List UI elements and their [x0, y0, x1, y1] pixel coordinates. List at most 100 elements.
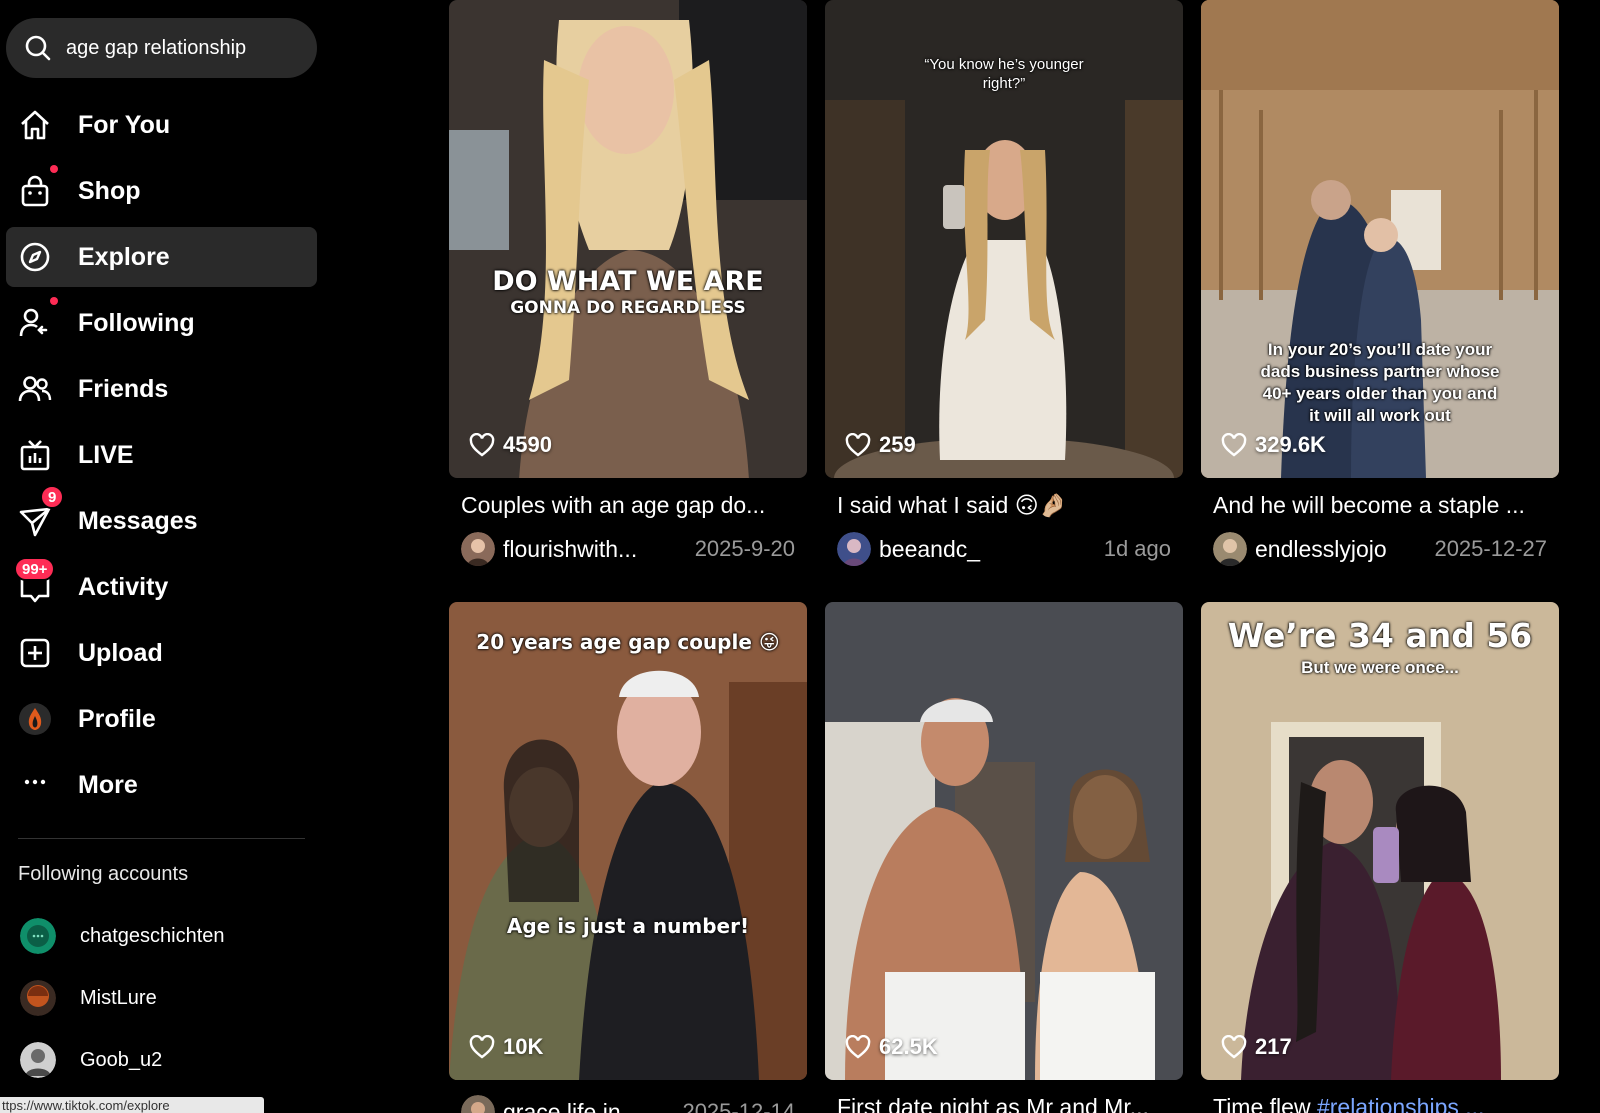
following-accounts-title: Following accounts [18, 863, 189, 885]
nav-more[interactable]: More [6, 755, 317, 815]
like-count: 217 [1221, 1034, 1292, 1060]
like-count-value: 259 [879, 432, 916, 457]
like-count-value: 62.5K [879, 1034, 938, 1059]
video-caption[interactable]: Time flew #relationships ... [1201, 1094, 1559, 1113]
notification-dot [50, 297, 58, 305]
nav-live[interactable]: LIVE [6, 425, 317, 485]
video-card[interactable]: 62.5K First date night as Mr and Mr... [825, 602, 1183, 1113]
nav-label: Messages [78, 506, 198, 535]
like-count: 329.6K [1221, 432, 1326, 458]
nav-label: LIVE [78, 440, 134, 469]
video-overlay-text: dads business partner whose [1260, 362, 1500, 381]
following-account-item[interactable]: chatgeschichten [20, 916, 225, 956]
creator-avatar[interactable] [1213, 532, 1247, 566]
activity-badge: 99+ [14, 557, 56, 581]
creator-avatar[interactable] [461, 532, 495, 566]
nav-label: Shop [78, 176, 141, 205]
search-input[interactable]: age gap relationship [66, 37, 246, 60]
video-overlay-text: it will all work out [1309, 406, 1451, 425]
heart-icon [1221, 433, 1247, 457]
like-count: 10K [469, 1034, 543, 1060]
like-count: 62.5K [845, 1034, 938, 1060]
video-card[interactable]: In your 20’s you’ll date your dads busin… [1201, 0, 1559, 567]
video-overlay-text: But we were once... [1301, 658, 1459, 677]
nav-label: More [78, 770, 138, 799]
nav-messages[interactable]: 9 Messages [6, 485, 317, 551]
video-overlay-text: GONNA DO REGARDLESS [510, 298, 746, 318]
heart-icon [469, 1035, 495, 1059]
video-caption[interactable]: Couples with an age gap do... [449, 492, 807, 519]
upload-plus-icon [20, 638, 50, 668]
heart-icon [469, 433, 495, 457]
following-user-icon [19, 308, 48, 337]
account-avatar [20, 980, 56, 1016]
creator-username[interactable]: flourishwith... [503, 536, 695, 563]
nav-label: For You [78, 110, 171, 139]
video-meta: grace.life.in... 2025-12-14 [449, 1094, 807, 1113]
video-thumbnail[interactable]: 62.5K [825, 602, 1183, 1080]
video-caption[interactable]: And he will become a staple ... [1201, 492, 1559, 519]
like-count-value: 10K [503, 1034, 544, 1059]
video-thumbnail[interactable]: We’re 34 and 56 But we were once... 217 [1201, 602, 1559, 1080]
like-count-value: 329.6K [1255, 432, 1326, 457]
video-caption[interactable]: First date night as Mr and Mr... [825, 1094, 1183, 1113]
search-icon [25, 35, 51, 61]
heart-icon [845, 433, 871, 457]
creator-username[interactable]: beeandc_ [879, 536, 1104, 563]
post-date: 2025-12-14 [682, 1099, 795, 1113]
creator-username[interactable]: grace.life.in... [503, 1099, 682, 1113]
post-date: 1d ago [1103, 536, 1171, 561]
video-thumbnail-image [449, 0, 807, 478]
video-card[interactable]: “You know he’s younger right?” 259 I sai… [825, 0, 1183, 567]
video-caption[interactable]: I said what I said 🙃🤌🏼 [825, 492, 1183, 519]
more-dots-icon [24, 779, 46, 785]
nav-profile[interactable]: Profile [6, 689, 317, 749]
like-count: 4590 [469, 432, 552, 458]
nav-label: Following [78, 308, 195, 337]
friends-icon [18, 376, 52, 402]
like-count: 259 [845, 432, 916, 458]
creator-avatar[interactable] [837, 532, 871, 566]
video-thumbnail-image [449, 602, 807, 1080]
video-overlay-text: right?” [982, 75, 1026, 92]
nav-shop[interactable]: Shop [6, 161, 317, 221]
following-account-item[interactable]: Goob_u2 [20, 1040, 162, 1080]
live-tv-icon [20, 440, 50, 471]
video-card[interactable]: 20 years age gap couple 😜 Age is just a … [449, 602, 807, 1113]
video-thumbnail[interactable]: DO WHAT WE ARE GONNA DO REGARDLESS 4590 [449, 0, 807, 478]
video-card[interactable]: DO WHAT WE ARE GONNA DO REGARDLESS 4590 … [449, 0, 807, 567]
nav-following[interactable]: Following [6, 293, 317, 353]
nav-friends[interactable]: Friends [6, 359, 317, 419]
video-thumbnail[interactable]: 20 years age gap couple 😜 Age is just a … [449, 602, 807, 1080]
creator-avatar[interactable] [461, 1095, 495, 1113]
video-overlay-text: We’re 34 and 56 [1227, 616, 1533, 655]
account-name: Goob_u2 [80, 1048, 163, 1071]
video-overlay-text: 20 years age gap couple 😜 [476, 630, 780, 654]
account-name: chatgeschichten [80, 924, 225, 947]
sidebar: age gap relationship For You Shop Explor… [0, 0, 330, 1113]
video-meta: flourishwith... 2025-9-20 [449, 531, 807, 567]
following-account-item[interactable]: MistLure [20, 978, 157, 1018]
video-overlay-text: “You know he’s younger [924, 56, 1084, 73]
heart-icon [1221, 1035, 1247, 1059]
search-bar[interactable]: age gap relationship [6, 18, 317, 78]
creator-username[interactable]: endlesslyjojo [1255, 536, 1434, 563]
profile-avatar-icon [19, 703, 51, 735]
video-overlay-text: 40+ years older than you and [1262, 384, 1498, 403]
hashtag-link[interactable]: #relationships ... [1317, 1094, 1484, 1113]
nav-upload[interactable]: Upload [6, 623, 317, 683]
video-card[interactable]: We’re 34 and 56 But we were once... 217 … [1201, 602, 1559, 1113]
video-thumbnail[interactable]: “You know he’s younger right?” 259 [825, 0, 1183, 478]
nav-label: Profile [78, 704, 156, 733]
heart-icon [845, 1035, 871, 1059]
account-name: MistLure [80, 986, 157, 1009]
nav-explore[interactable]: Explore [6, 227, 317, 287]
video-thumbnail[interactable]: In your 20’s you’ll date your dads busin… [1201, 0, 1559, 478]
main-nav: For You Shop Explore Following Friends L… [6, 95, 317, 821]
like-count-value: 217 [1255, 1034, 1292, 1059]
nav-activity[interactable]: 99+ Activity [6, 557, 317, 617]
post-date: 2025-9-20 [694, 536, 795, 561]
nav-for-you[interactable]: For You [6, 95, 317, 155]
account-avatar [20, 918, 56, 954]
messages-badge: 9 [40, 485, 65, 509]
